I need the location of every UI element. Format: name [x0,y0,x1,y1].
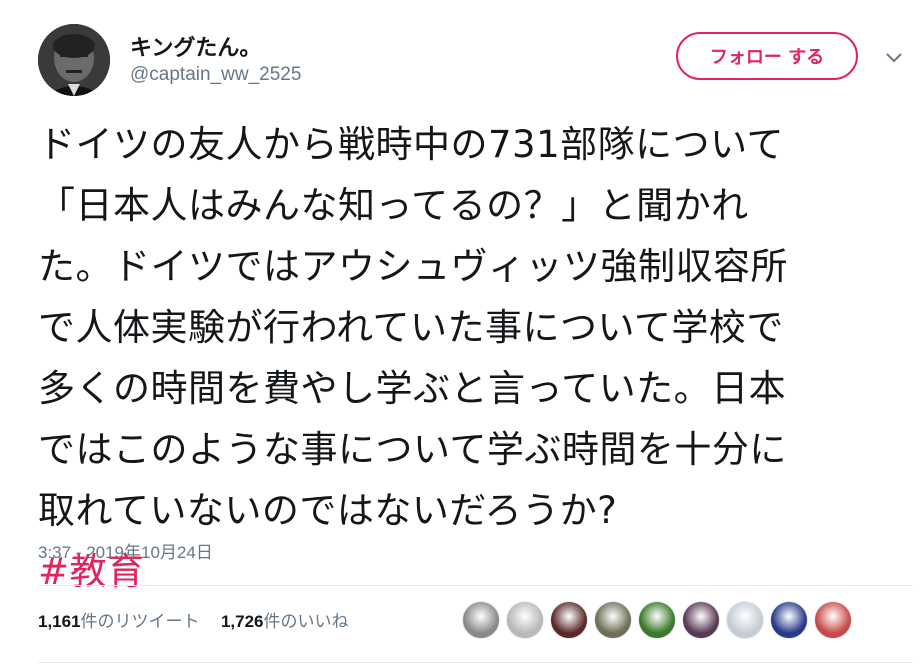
tweet-text-line: 多くの時間を費やし学ぶと言っていた。日本 [38,367,787,410]
retweet-count[interactable]: 1,161件のリツイート [38,607,200,632]
liker-avatar-4[interactable] [594,601,632,639]
tweet-text: ドイツの友人から戦時中の731部隊について 「日本人はみんな知ってるの？」と聞か… [38,114,908,602]
tweet-stats: 1,161件のリツイート 1,726件のいいね [38,607,365,637]
liker-avatar-2[interactable] [506,601,544,639]
like-count-value: 1,726 [220,612,264,631]
avatar-portrait [38,24,110,96]
display-name[interactable]: キングたん。 [130,30,261,62]
tweet-text-line: た。ドイツではアウシュヴィッツ強制収容所 [38,245,788,288]
retweet-count-label: 件のリツイート [80,612,200,632]
liker-avatar-7[interactable] [726,601,764,639]
tweet-text-line: ドイツの友人から戦時中の731部隊について [38,123,785,166]
tweet-text-line: 取れていないのではないだろうか? [38,489,618,532]
divider [38,585,913,586]
liker-avatar-9[interactable] [814,601,852,639]
liker-avatar-8[interactable] [770,601,808,639]
follow-button[interactable]: フォロー する [676,32,858,80]
tweet-text-line: 「日本人はみんな知ってるの？」と聞かれ [38,184,749,227]
tweet-text-line: ではこのような事について学ぶ時間を十分に [38,428,787,471]
tweet-timestamp[interactable]: 3:37 - 2019年10月24日 [38,538,213,563]
liker-avatar-1[interactable] [462,601,500,639]
tweet-header: キングたん。 @captain_ww_2525 フォロー する [38,24,913,96]
like-count[interactable]: 1,726件のいいね [221,607,349,632]
user-handle[interactable]: @captain_ww_2525 [130,64,301,86]
liker-avatar-5[interactable] [638,601,676,639]
avatar[interactable] [38,24,110,96]
divider [38,662,913,663]
retweet-count-value: 1,161 [38,612,81,631]
liker-avatar-3[interactable] [550,601,588,639]
tweet-text-line: で人体実験が行われていた事について学校で [38,306,784,349]
chevron-down-icon[interactable] [883,46,905,68]
liker-avatar-6[interactable] [682,601,720,639]
like-count-label: 件のいいね [263,612,349,632]
